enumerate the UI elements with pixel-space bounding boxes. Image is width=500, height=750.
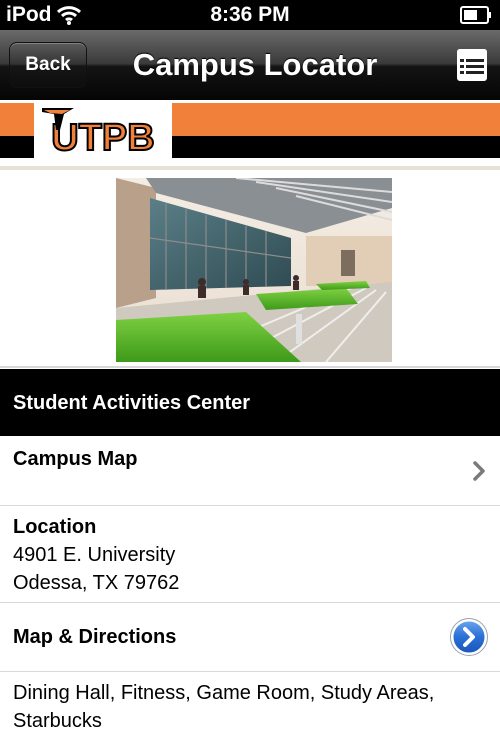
battery-icon [460,6,491,24]
address-line-1: 4901 E. University [13,544,176,566]
building-photo [116,178,392,362]
chevron-right-icon [473,461,485,481]
banner-divider [0,166,500,170]
screen: iPod 8:36 PM Back Campus Locator UTPB St… [0,0,500,750]
campus-map-row[interactable]: Campus Map [0,436,500,506]
status-bar: iPod 8:36 PM [0,0,500,30]
page-title: Campus Locator [132,47,378,82]
photo-divider [0,366,500,368]
blue-disclosure-icon[interactable] [450,618,488,656]
location-label: Location [13,516,97,538]
section-header: Student Activities Center [0,369,500,436]
campus-map-label: Campus Map [13,448,138,470]
list-menu-icon[interactable] [456,48,488,82]
map-directions-label: Map & Directions [13,626,177,648]
status-time: 8:36 PM [210,3,290,26]
address-line-2: Odessa, TX 79762 [13,572,180,594]
section-title: Student Activities Center [13,392,251,414]
utpb-logo: UTPB [34,100,172,158]
location-row: Location 4901 E. University Odessa, TX 7… [0,506,500,603]
utpb-banner: UTPB [0,100,500,158]
map-directions-row[interactable]: Map & Directions [0,603,500,672]
navigation-bar: Back Campus Locator [0,30,500,101]
svg-text:UTPB: UTPB [51,117,154,158]
amenities-line-2: Starbucks [13,710,102,732]
amenities-row: Dining Hall, Fitness, Game Room, Study A… [0,672,500,750]
amenities-line-1: Dining Hall, Fitness, Game Room, Study A… [13,682,435,704]
